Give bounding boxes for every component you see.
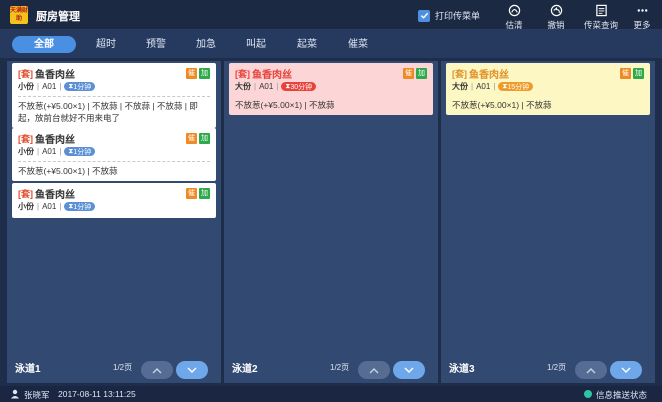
page-up-button[interactable] bbox=[575, 361, 607, 379]
page-indicator: 1/2页 bbox=[547, 363, 567, 372]
order-notes: 不放葱(+¥5.00×1) | 不放蒜 bbox=[18, 161, 210, 177]
portion-size: 大份 bbox=[452, 82, 468, 91]
portion-size: 小份 bbox=[18, 82, 34, 91]
timer-badge: ⧗ 30分钟 bbox=[281, 82, 317, 91]
filter-start-dish[interactable]: 起菜 bbox=[289, 36, 325, 53]
order-notes: 不放葱(+¥5.00×1) | 不放蒜 | 不放蒜 | 不放蒜 | 即起，放前台… bbox=[18, 96, 210, 124]
order-card[interactable]: [套] 鱼香肉丝 催 加 小份 | A01 | ⧗ 1分钟 不放葱(+¥5.00×1)… bbox=[12, 128, 216, 181]
lane-3: [套] 鱼香肉丝 催 加 大份 | A01 | ⧗ 15分钟 不放葱(+¥5.00×1… bbox=[441, 61, 655, 383]
page-down-button[interactable] bbox=[176, 361, 208, 379]
status-bar: 张晓军 2017-08-11 13:11:25 信息推送状态 bbox=[0, 386, 662, 402]
page-indicator: 1/2页 bbox=[113, 363, 133, 372]
hurry-badge: 催 bbox=[620, 67, 631, 79]
current-datetime: 2017-08-11 13:11:25 bbox=[58, 389, 136, 399]
portion-size: 大份 bbox=[235, 82, 251, 91]
more-button[interactable]: 更多 bbox=[620, 4, 662, 31]
add-badge: 加 bbox=[633, 67, 644, 79]
dish-name: 鱼香肉丝 bbox=[35, 189, 75, 201]
filter-all[interactable]: 全部 bbox=[12, 36, 76, 53]
filter-bar: 全部 超时 预警 加急 叫起 起菜 催菜 bbox=[0, 30, 662, 58]
timer-badge: ⧗ 1分钟 bbox=[64, 202, 96, 211]
chevron-up-icon bbox=[369, 367, 379, 373]
set-tag: [套] bbox=[235, 68, 250, 79]
add-badge: 加 bbox=[199, 132, 210, 144]
query-button[interactable]: 传菜查询 bbox=[579, 4, 623, 31]
undo-button[interactable]: 撤销 bbox=[534, 4, 578, 31]
lane-name: 泳道2 bbox=[232, 364, 258, 375]
hurry-badge: 催 bbox=[186, 67, 197, 79]
print-label: 打印传菜单 bbox=[435, 11, 481, 21]
hurry-badge: 催 bbox=[186, 187, 197, 199]
timer-badge: ⧗ 1分钟 bbox=[64, 82, 96, 91]
top-bar: 天满财助 厨房管理 打印传菜单 估清 撤销 传菜查询 更多 bbox=[0, 0, 662, 30]
chevron-down-icon bbox=[187, 367, 197, 373]
hurry-badge: 催 bbox=[186, 132, 197, 144]
dish-name: 鱼香肉丝 bbox=[35, 134, 75, 146]
order-card[interactable]: [套] 鱼香肉丝 催 加 大份 | A01 | ⧗ 15分钟 不放葱(+¥5.00×1… bbox=[446, 63, 650, 115]
print-checkbox[interactable] bbox=[418, 9, 430, 22]
order-card[interactable]: [套] 鱼香肉丝 催 加 大份 | A01 | ⧗ 30分钟 不放葱(+¥5.00×1… bbox=[229, 63, 433, 115]
clear-stock-button[interactable]: 估清 bbox=[492, 4, 536, 31]
order-card[interactable]: [套] 鱼香肉丝 催 加 小份 | A01 | ⧗ 1分钟 不放葱(+¥5.00×1)… bbox=[12, 63, 216, 128]
chevron-down-icon bbox=[621, 367, 631, 373]
timer-value: 1分钟 bbox=[73, 203, 92, 211]
page-up-button[interactable] bbox=[141, 361, 173, 379]
set-tag: [套] bbox=[452, 68, 467, 79]
timer-value: 1分钟 bbox=[73, 83, 92, 91]
print-ticket-toggle[interactable]: 打印传菜单 bbox=[418, 9, 480, 22]
page-up-button[interactable] bbox=[358, 361, 390, 379]
timer-value: 30分钟 bbox=[290, 83, 313, 91]
portion-size: 小份 bbox=[18, 202, 34, 211]
page-down-button[interactable] bbox=[610, 361, 642, 379]
page-down-button[interactable] bbox=[393, 361, 425, 379]
query-icon bbox=[595, 4, 607, 17]
page-indicator: 1/2页 bbox=[330, 363, 350, 372]
clear-stock-icon bbox=[508, 4, 520, 17]
order-notes: 不放葱(+¥5.00×1) | 不放蒜 bbox=[452, 100, 552, 110]
set-tag: [套] bbox=[18, 68, 33, 79]
table-number: A01 bbox=[259, 82, 274, 91]
undo-icon bbox=[550, 4, 562, 17]
chevron-up-icon bbox=[152, 367, 162, 373]
app-title: 厨房管理 bbox=[36, 11, 80, 23]
dish-name: 鱼香肉丝 bbox=[35, 69, 75, 81]
portion-size: 小份 bbox=[18, 147, 34, 156]
hurry-badge: 催 bbox=[403, 67, 414, 79]
dish-name: 鱼香肉丝 bbox=[252, 69, 292, 81]
push-status-indicator bbox=[584, 390, 592, 398]
add-badge: 加 bbox=[199, 67, 210, 79]
add-badge: 加 bbox=[416, 67, 427, 79]
add-badge: 加 bbox=[199, 187, 210, 199]
filter-overtime[interactable]: 超时 bbox=[88, 36, 124, 53]
set-tag: [套] bbox=[18, 188, 33, 199]
table-number: A01 bbox=[42, 147, 57, 156]
check-icon bbox=[420, 12, 428, 19]
order-card[interactable]: [套] 鱼香肉丝 催 加 小份 | A01 | ⧗ 1分钟 bbox=[12, 183, 216, 218]
lane-1: [套] 鱼香肉丝 催 加 小份 | A01 | ⧗ 1分钟 不放葱(+¥5.00×1)… bbox=[7, 61, 221, 383]
table-number: A01 bbox=[476, 82, 491, 91]
filter-hurry[interactable]: 催菜 bbox=[340, 36, 376, 53]
more-icon bbox=[637, 9, 647, 12]
set-tag: [套] bbox=[18, 133, 33, 144]
app-logo: 天满财助 bbox=[10, 6, 29, 24]
push-status-label: 信息推送状态 bbox=[596, 390, 648, 400]
timer-badge: ⧗ 15分钟 bbox=[498, 82, 534, 91]
table-number: A01 bbox=[42, 82, 57, 91]
filter-warning[interactable]: 预警 bbox=[138, 36, 174, 53]
timer-value: 15分钟 bbox=[507, 83, 530, 91]
chevron-up-icon bbox=[586, 367, 596, 373]
table-number: A01 bbox=[42, 202, 57, 211]
timer-value: 1分钟 bbox=[73, 148, 92, 156]
filter-call-up[interactable]: 叫起 bbox=[238, 36, 274, 53]
chevron-down-icon bbox=[404, 367, 414, 373]
lane-name: 泳道3 bbox=[449, 364, 475, 375]
lane-2: [套] 鱼香肉丝 催 加 大份 | A01 | ⧗ 30分钟 不放葱(+¥5.00×1… bbox=[224, 61, 438, 383]
dish-name: 鱼香肉丝 bbox=[469, 69, 509, 81]
user-name: 张晓军 bbox=[24, 390, 50, 400]
user-icon bbox=[11, 389, 19, 399]
order-notes: 不放葱(+¥5.00×1) | 不放蒜 bbox=[235, 100, 335, 110]
lane-name: 泳道1 bbox=[15, 364, 41, 375]
filter-rush[interactable]: 加急 bbox=[188, 36, 224, 53]
timer-badge: ⧗ 1分钟 bbox=[64, 147, 96, 156]
